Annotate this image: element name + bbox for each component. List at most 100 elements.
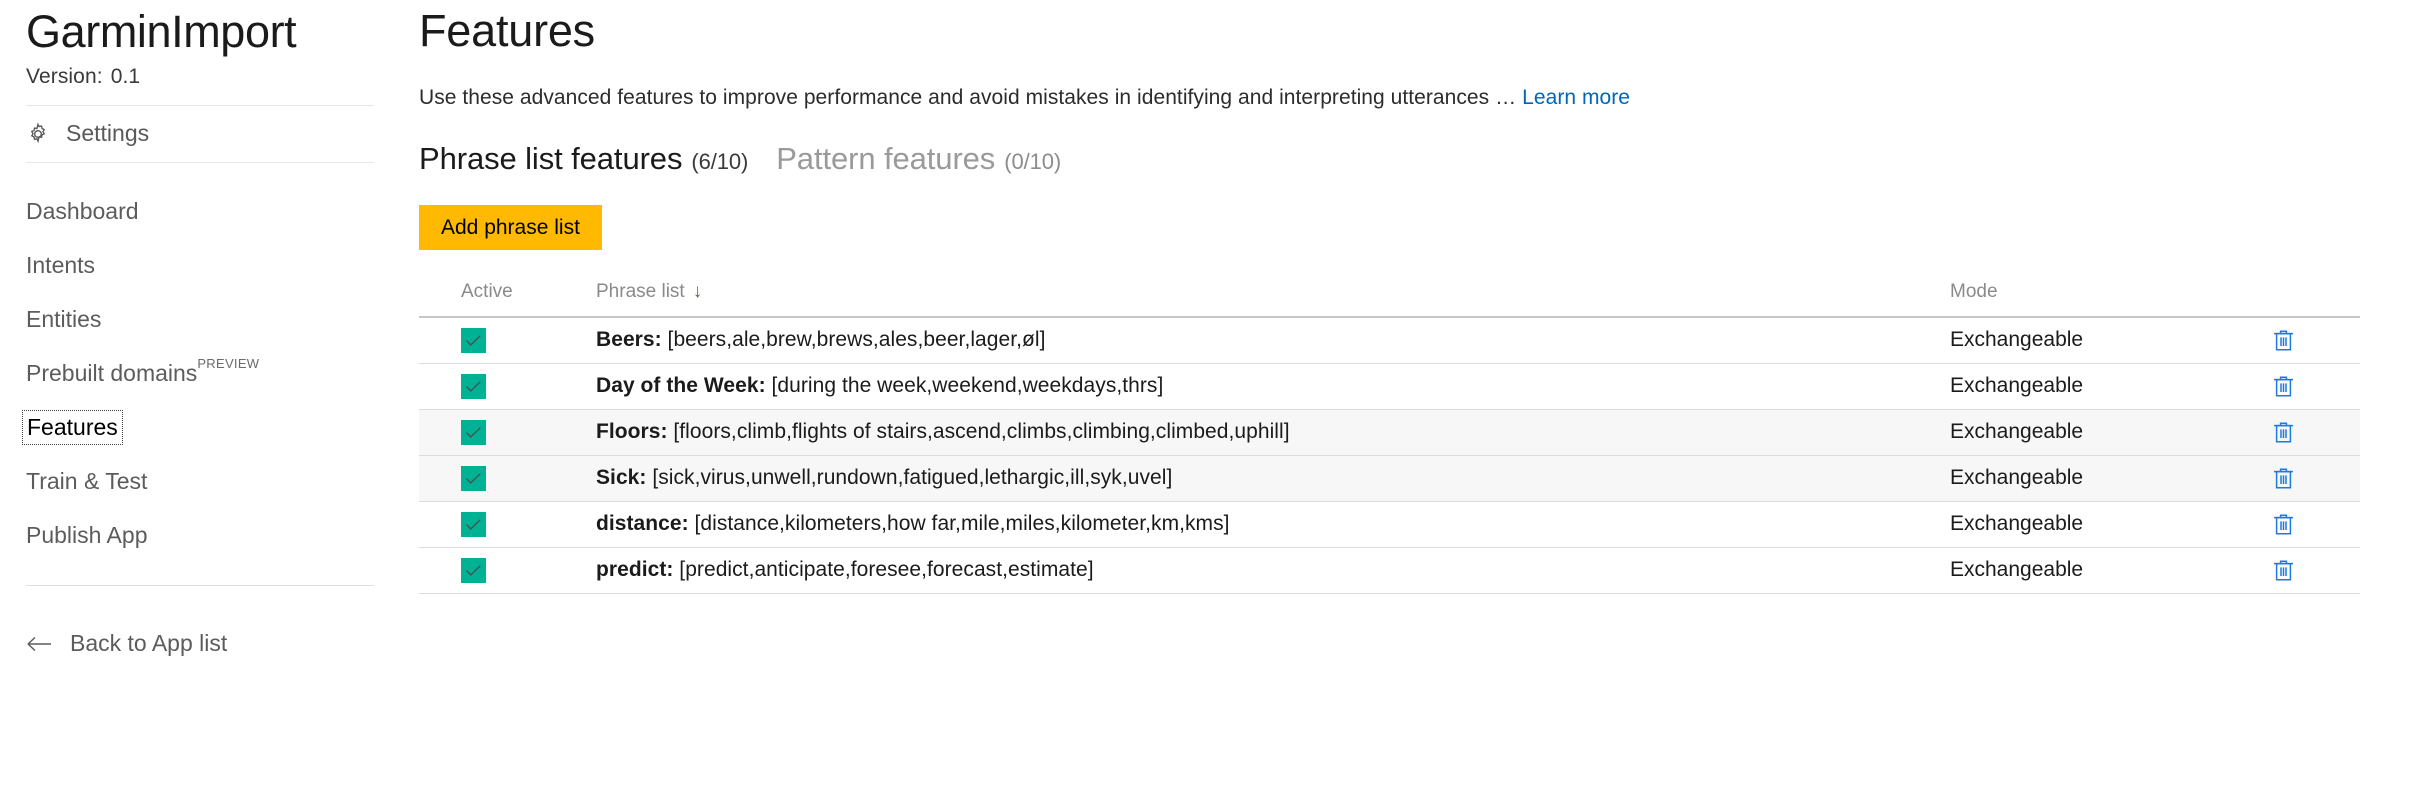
cell-phrase-list: Sick: [sick,virus,unwell,rundown,fatigue… bbox=[596, 455, 1950, 502]
sidebar-item-publish-app[interactable]: Publish App bbox=[26, 509, 356, 563]
sidebar-item-intents[interactable]: Intents bbox=[26, 239, 356, 293]
active-checkbox[interactable] bbox=[461, 557, 486, 583]
table-body: Beers: [beers,ale,brew,brews,ales,beer,l… bbox=[419, 316, 2360, 594]
tab-pattern-features[interactable]: Pattern features (0/10) bbox=[776, 141, 1061, 177]
active-checkbox[interactable] bbox=[461, 465, 486, 491]
trash-icon[interactable] bbox=[2272, 374, 2295, 399]
add-phrase-list-button[interactable]: Add phrase list bbox=[419, 204, 602, 250]
column-header-phrase-list[interactable]: Phrase list ↓ bbox=[596, 280, 1950, 318]
back-to-app-list-link[interactable]: Back to App list bbox=[26, 630, 400, 657]
table-header-row: Active Phrase list ↓ Mode bbox=[419, 280, 2360, 318]
tab-count: (6/10) bbox=[691, 148, 749, 174]
app-title: GarminImport bbox=[26, 6, 297, 57]
column-header-mode: Mode bbox=[1950, 280, 2250, 318]
table-row: Day of the Week: [during the week,weeken… bbox=[419, 363, 2360, 410]
cell-phrase-list: predict: [predict,anticipate,foresee,for… bbox=[596, 547, 1950, 594]
page-description: Use these advanced features to improve p… bbox=[419, 86, 2360, 110]
cell-mode: Exchangeable bbox=[1950, 316, 2250, 364]
phrase-values: [floors,climb,flights of stairs,ascend,c… bbox=[667, 420, 1290, 444]
tab-phrase-list-features[interactable]: Phrase list features (6/10) bbox=[419, 141, 748, 177]
sidebar-divider-bottom bbox=[26, 584, 374, 586]
trash-icon[interactable] bbox=[2272, 512, 2295, 537]
feature-tabs: Phrase list features (6/10) Pattern feat… bbox=[419, 141, 2360, 177]
sidebar-item-label: Prebuilt domains bbox=[26, 360, 198, 387]
cell-active bbox=[419, 363, 596, 410]
cell-mode: Exchangeable bbox=[1950, 547, 2250, 594]
phrase-name: Beers: bbox=[596, 328, 662, 352]
cell-phrase-list: Beers: [beers,ale,brew,brews,ales,beer,l… bbox=[596, 316, 1950, 364]
tab-label: Pattern features bbox=[776, 140, 996, 176]
settings-label: Settings bbox=[66, 120, 150, 147]
phrase-name: Sick: bbox=[596, 466, 647, 490]
table-row: Floors: [floors,climb,flights of stairs,… bbox=[419, 409, 2360, 456]
cell-active bbox=[419, 455, 596, 502]
cell-active bbox=[419, 316, 596, 364]
phrase-values: [sick,virus,unwell,rundown,fatigued,leth… bbox=[646, 466, 1173, 490]
active-checkbox[interactable] bbox=[461, 511, 486, 537]
table-header: Active Phrase list ↓ Mode bbox=[419, 280, 2360, 318]
sidebar-nav: Dashboard Intents Entities Prebuilt doma… bbox=[22, 185, 400, 563]
sidebar-item-label: Entities bbox=[26, 306, 102, 333]
trash-icon[interactable] bbox=[2272, 420, 2295, 445]
phrase-list-table: Active Phrase list ↓ Mode Beers: [beers,… bbox=[419, 280, 2360, 594]
sidebar-item-train-and-test[interactable]: Train & Test bbox=[26, 455, 356, 509]
sidebar-item-features[interactable]: Features bbox=[22, 401, 356, 455]
phrase-name: predict: bbox=[596, 558, 674, 582]
cell-phrase-list: Day of the Week: [during the week,weeken… bbox=[596, 363, 1950, 410]
column-header-phrase-list-label: Phrase list bbox=[596, 280, 685, 302]
learn-more-link[interactable]: Learn more bbox=[1522, 86, 1630, 109]
trash-icon[interactable] bbox=[2272, 328, 2295, 353]
tab-count: (0/10) bbox=[1004, 148, 1062, 174]
sidebar-item-prebuilt-domains[interactable]: Prebuilt domains PREVIEW bbox=[26, 347, 356, 401]
phrase-values: [beers,ale,brew,brews,ales,beer,lager,øl… bbox=[661, 328, 1046, 352]
sidebar: GarminImport Version: 0.1 Settings Dashbo… bbox=[0, 0, 400, 810]
phrase-name: Day of the Week: bbox=[596, 374, 766, 398]
cell-active bbox=[419, 501, 596, 548]
sidebar-item-entities[interactable]: Entities bbox=[26, 293, 356, 347]
version-label: Version: bbox=[26, 64, 103, 88]
cell-delete bbox=[2250, 455, 2360, 502]
trash-icon[interactable] bbox=[2272, 558, 2295, 583]
sidebar-item-label: Publish App bbox=[26, 522, 148, 549]
column-header-active: Active bbox=[419, 280, 596, 318]
table-row: Beers: [beers,ale,brew,brews,ales,beer,l… bbox=[419, 316, 2360, 364]
version-value: 0.1 bbox=[110, 64, 141, 88]
cell-active bbox=[419, 409, 596, 456]
preview-badge: PREVIEW bbox=[197, 356, 260, 372]
cell-mode: Exchangeable bbox=[1950, 501, 2250, 548]
cell-active bbox=[419, 547, 596, 594]
cell-phrase-list: Floors: [floors,climb,flights of stairs,… bbox=[596, 409, 1950, 456]
cell-delete bbox=[2250, 316, 2360, 364]
table-row: predict: [predict,anticipate,foresee,for… bbox=[419, 547, 2360, 594]
cell-delete bbox=[2250, 363, 2360, 410]
cell-phrase-list: distance: [distance,kilometers,how far,m… bbox=[596, 501, 1950, 548]
sidebar-item-label: Features bbox=[22, 410, 123, 446]
active-checkbox[interactable] bbox=[461, 327, 486, 353]
active-checkbox[interactable] bbox=[461, 419, 486, 445]
back-to-app-list-label: Back to App list bbox=[70, 629, 228, 656]
phrase-values: [distance,kilometers,how far,mile,miles,… bbox=[688, 512, 1230, 536]
sidebar-item-label: Intents bbox=[26, 252, 96, 279]
gear-icon bbox=[26, 122, 50, 146]
phrase-values: [during the week,weekend,weekdays,thrs] bbox=[765, 374, 1164, 398]
app-version: Version: 0.1 bbox=[26, 65, 400, 89]
cell-delete bbox=[2250, 547, 2360, 594]
page-description-text: Use these advanced features to improve p… bbox=[419, 85, 1517, 109]
cell-delete bbox=[2250, 501, 2360, 548]
main-content: Features Use these advanced features to … bbox=[400, 0, 2415, 810]
sidebar-item-settings[interactable]: Settings bbox=[26, 106, 400, 162]
page-title: Features bbox=[419, 5, 595, 56]
column-header-delete bbox=[2250, 280, 2360, 318]
sidebar-item-dashboard[interactable]: Dashboard bbox=[26, 185, 356, 239]
trash-icon[interactable] bbox=[2272, 466, 2295, 491]
tab-label: Phrase list features bbox=[419, 140, 683, 176]
table-row: distance: [distance,kilometers,how far,m… bbox=[419, 501, 2360, 548]
sidebar-item-label: Dashboard bbox=[26, 198, 139, 225]
phrase-values: [predict,anticipate,foresee,forecast,est… bbox=[673, 558, 1094, 582]
phrase-name: distance: bbox=[596, 512, 689, 536]
arrow-left-icon bbox=[26, 633, 52, 653]
active-checkbox[interactable] bbox=[461, 373, 486, 399]
cell-mode: Exchangeable bbox=[1950, 363, 2250, 410]
app-root: GarminImport Version: 0.1 Settings Dashbo… bbox=[0, 0, 2415, 810]
cell-mode: Exchangeable bbox=[1950, 455, 2250, 502]
